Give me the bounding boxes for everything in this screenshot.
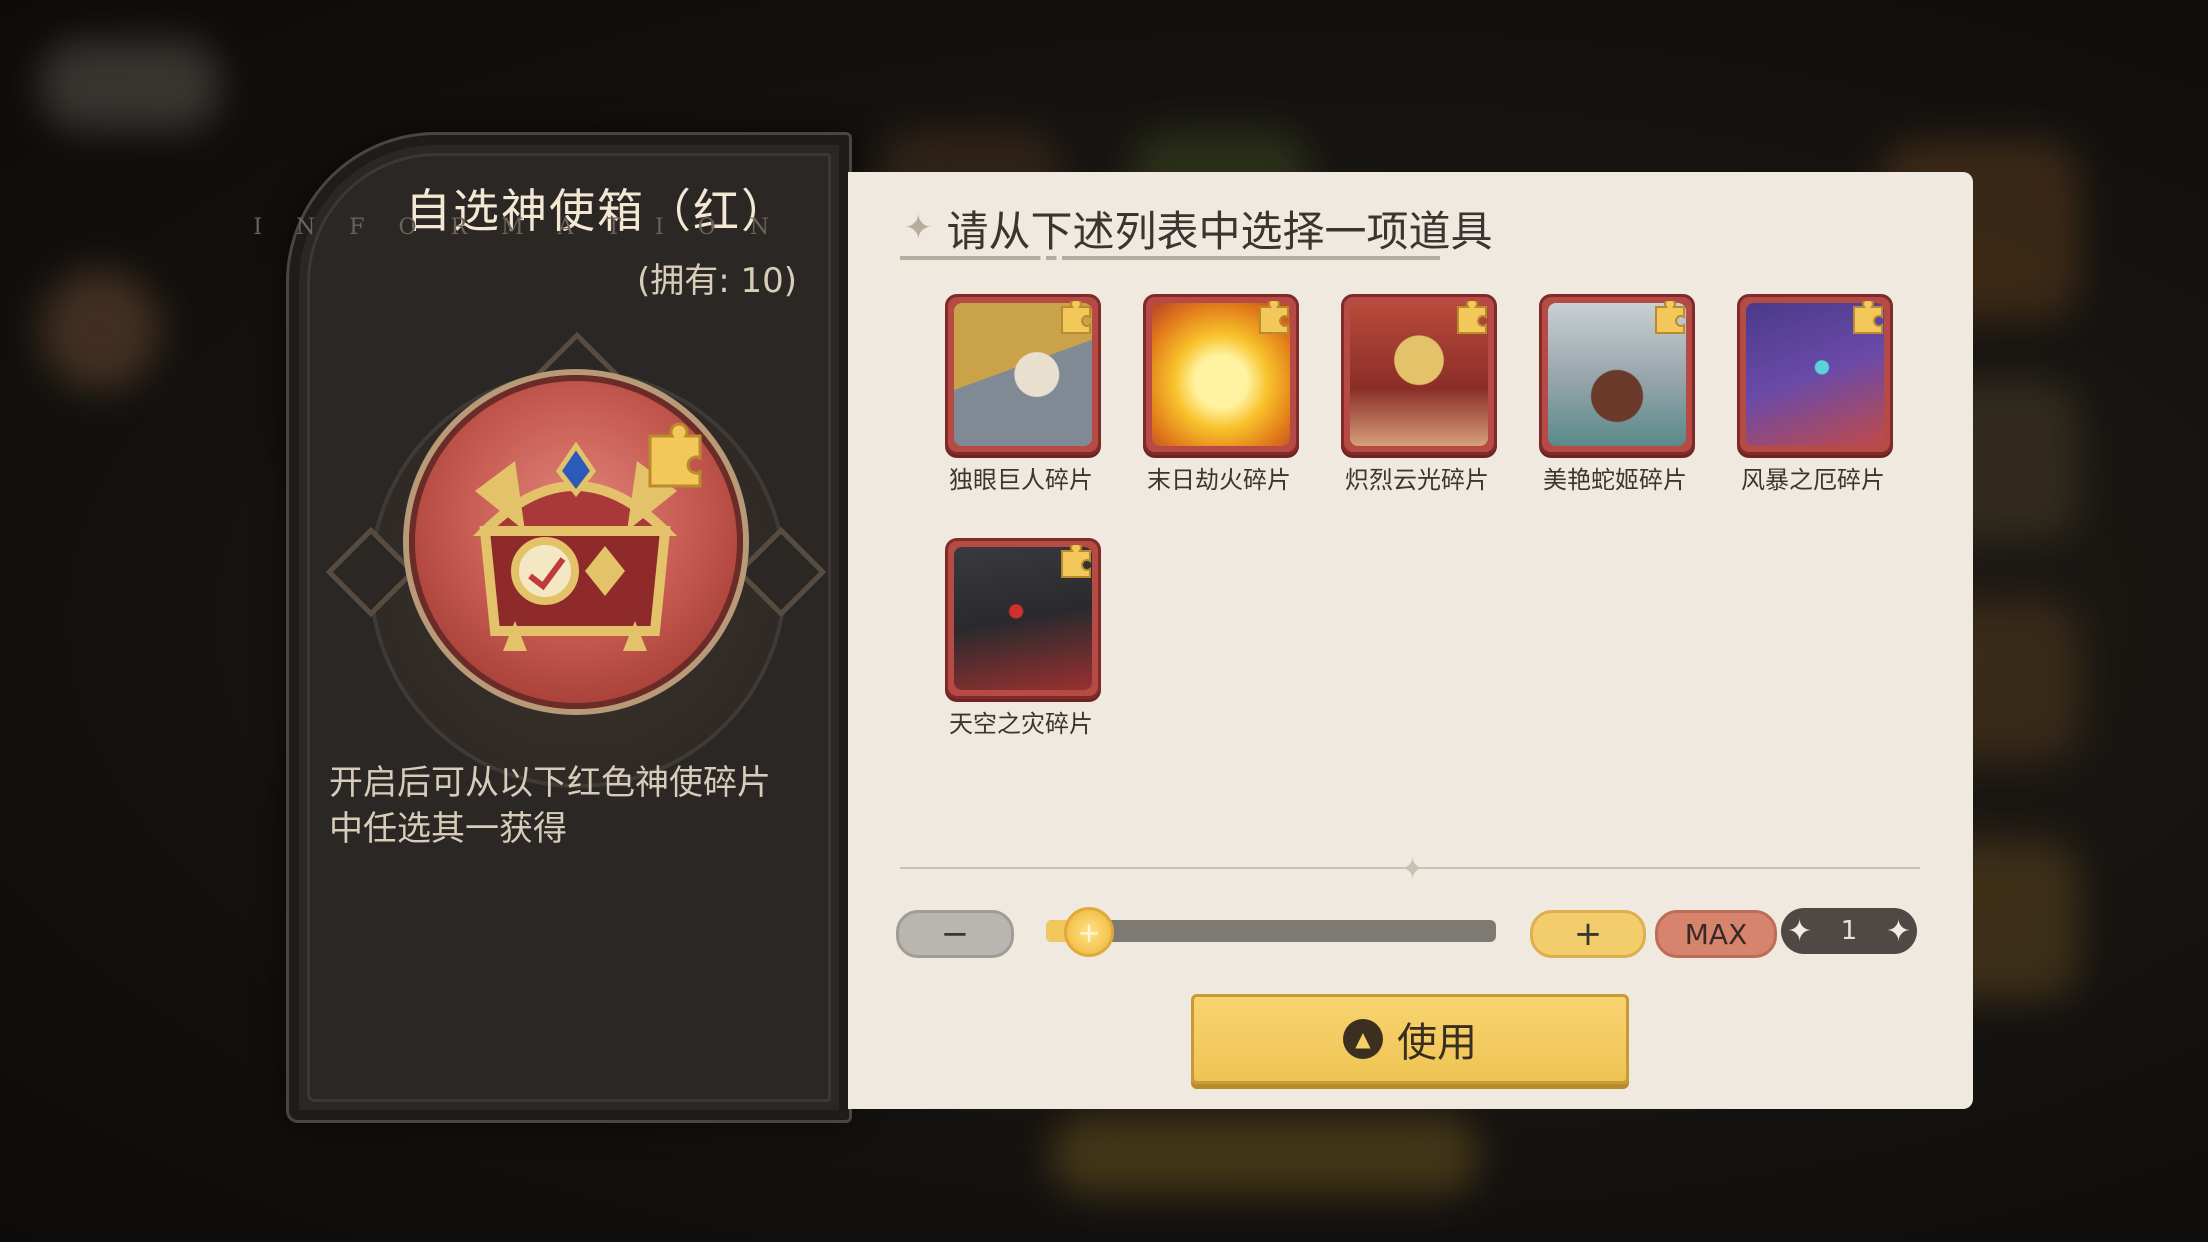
- puzzle-piece-icon: [1457, 301, 1487, 334]
- item-label: 末日劫火碎片: [1147, 466, 1291, 494]
- sparkle-icon: ✦: [1885, 913, 1911, 949]
- item-sky-calamity-shard[interactable]: 天空之灾碎片: [938, 538, 1108, 738]
- item-snake-princess-shard[interactable]: 美艳蛇姬碎片: [1532, 294, 1702, 494]
- slider-handle[interactable]: +: [1064, 907, 1114, 957]
- item-frame: [1539, 294, 1695, 455]
- item-frame: [945, 538, 1101, 699]
- item-cyclops-shard[interactable]: 独眼巨人碎片: [938, 294, 1108, 494]
- selection-panel: ✦ 请从下述列表中选择一项道具 独眼巨人碎片 末日劫火碎片 炽烈云光碎片 美艳蛇…: [848, 172, 1973, 1109]
- item-label: 天空之灾碎片: [949, 710, 1093, 738]
- plus-icon: +: [1077, 915, 1101, 949]
- quantity-value: 1: [1840, 916, 1858, 946]
- item-label: 风暴之厄碎片: [1741, 466, 1885, 494]
- quantity-display: ✦ 1 ✦: [1781, 908, 1917, 954]
- owned-count: (拥有: 10): [636, 261, 797, 301]
- item-label: 炽烈云光碎片: [1345, 466, 1489, 494]
- sparkle-icon: ✦: [1787, 913, 1813, 949]
- box-info-panel: 自选神使箱（红） INFORMATION (拥有: 10) 开启后可从以下红色神…: [253, 132, 852, 1123]
- puzzle-piece-icon: [1655, 301, 1685, 334]
- treasure-chest-icon: [472, 422, 702, 651]
- item-label: 美艳蛇姬碎片: [1543, 466, 1687, 494]
- puzzle-piece-icon: [1259, 301, 1289, 334]
- header-underline: [900, 256, 1440, 260]
- increase-button[interactable]: +: [1530, 910, 1646, 958]
- item-frame: [1143, 294, 1299, 455]
- sparkle-icon: ✦: [904, 208, 933, 248]
- use-button-label: 使用: [1397, 1020, 1477, 1066]
- item-frame: [1737, 294, 1893, 455]
- decrease-button[interactable]: −: [896, 910, 1014, 958]
- chest-medallion: [409, 375, 743, 709]
- divider-star-icon: ✦: [1400, 852, 1426, 887]
- use-button[interactable]: ▲ 使用: [1191, 994, 1629, 1084]
- item-storm-dragon-shard[interactable]: 风暴之厄碎片: [1730, 294, 1900, 494]
- item-blazing-cloud-shard[interactable]: 炽烈云光碎片: [1334, 294, 1504, 494]
- selection-header: ✦ 请从下述列表中选择一项道具: [904, 200, 1493, 256]
- item-frame: [1341, 294, 1497, 455]
- puzzle-piece-icon: [1061, 545, 1091, 578]
- puzzle-piece-icon: [1853, 301, 1883, 334]
- puzzle-piece-icon: [1061, 301, 1091, 334]
- item-frame: [945, 294, 1101, 455]
- item-label: 独眼巨人碎片: [949, 466, 1093, 494]
- info-watermark: INFORMATION: [253, 215, 803, 240]
- confirm-icon: ▲: [1343, 1019, 1383, 1059]
- box-description: 开启后可从以下红色神使碎片中任选其一获得: [329, 763, 771, 849]
- item-doom-fire-shard[interactable]: 末日劫火碎片: [1136, 294, 1306, 494]
- max-button[interactable]: MAX: [1655, 910, 1777, 958]
- selection-header-text: 请从下述列表中选择一项道具: [946, 206, 1493, 256]
